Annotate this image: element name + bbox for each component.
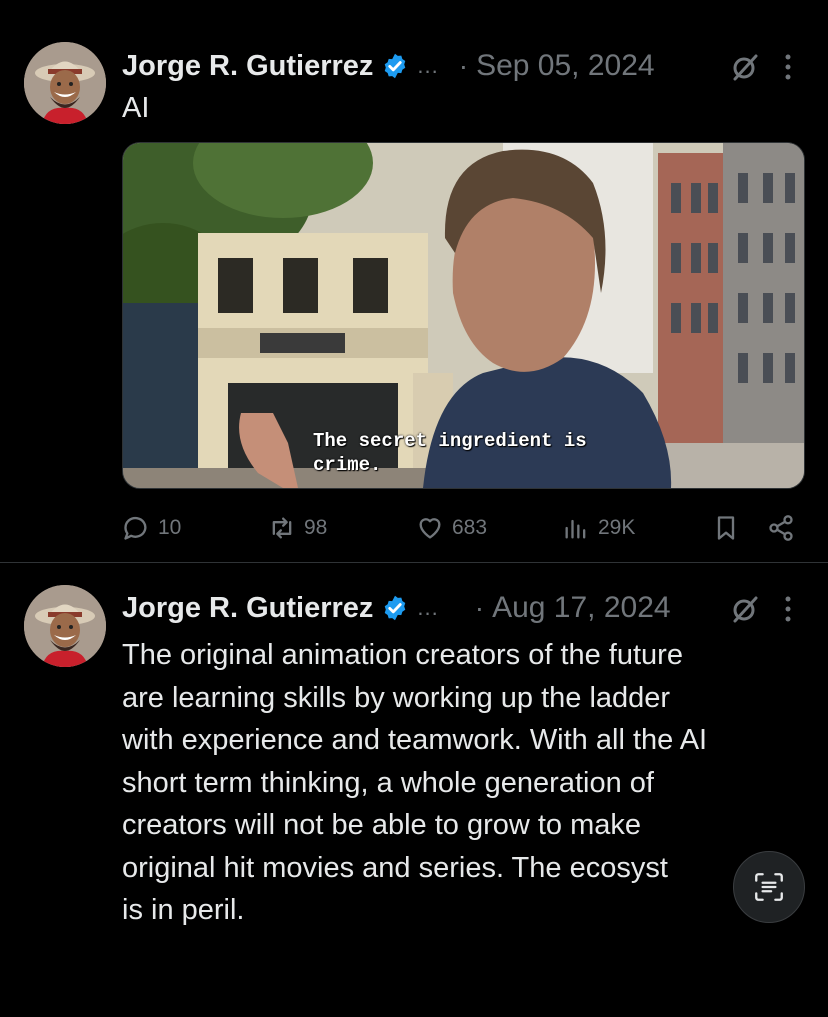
tweet-date[interactable]: Sep 05, 2024 — [476, 49, 655, 83]
views-icon — [565, 519, 586, 539]
video-subtitle: The secret ingredient is crime. — [313, 430, 587, 476]
tweet[interactable]: Jorge R. Gutierrez ... · Sep 05, 2024 AI — [0, 0, 828, 563]
tweet-actions: 10 98 683 29K — [122, 508, 803, 548]
tweet-text-line: creators will not be able to grow to mak… — [122, 809, 642, 841]
views-count: 29K — [598, 516, 636, 539]
text-scan-icon[interactable] — [733, 851, 805, 923]
share-icon — [769, 515, 793, 541]
more-vertical-icon[interactable] — [784, 52, 792, 82]
name-truncation: ... — [417, 595, 439, 620]
author-name[interactable]: Jorge R. Gutierrez — [122, 50, 373, 83]
author-name[interactable]: Jorge R. Gutierrez — [122, 592, 373, 625]
author-avatar[interactable] — [24, 42, 106, 124]
verified-badge-icon — [381, 594, 409, 622]
repost-button[interactable]: 98 — [268, 508, 327, 548]
tweet-text-line: original hit movies and series. The ecos… — [122, 851, 668, 884]
separator-dot: · — [474, 592, 485, 623]
tweet-text-line: are learning skills by working up the la… — [122, 681, 671, 714]
views-button[interactable]: 29K — [562, 508, 635, 548]
tweet-text-line: is in peril. — [122, 894, 245, 926]
verified-badge-icon — [381, 52, 409, 80]
like-count: 683 — [452, 516, 488, 539]
reply-button[interactable]: 10 — [122, 508, 181, 548]
bookmark-button[interactable] — [712, 508, 748, 548]
share-button[interactable] — [767, 508, 803, 548]
tweet-text-line: with experience and teamwork. With all t… — [122, 724, 708, 756]
separator-dot: · — [458, 50, 469, 81]
tweet-date[interactable]: Aug 17, 2024 — [492, 591, 671, 625]
tweet-text: AI — [122, 92, 150, 124]
tweet[interactable]: Jorge R. Gutierrez ... · Aug 17, 2024 Th… — [0, 563, 828, 1017]
reply-icon — [124, 516, 147, 540]
repost-icon — [272, 517, 292, 539]
tweet-text-line: The original animation creators of the f… — [122, 639, 683, 671]
grok-icon[interactable] — [730, 594, 760, 624]
repost-count: 98 — [304, 516, 328, 539]
tweet-text: The original animation creators of the f… — [122, 634, 802, 932]
heart-icon — [419, 518, 441, 539]
bookmark-icon — [717, 516, 735, 540]
reply-count: 10 — [158, 516, 182, 539]
grok-icon[interactable] — [730, 52, 760, 82]
name-truncation: ... — [417, 53, 439, 78]
author-avatar[interactable] — [24, 585, 106, 667]
tweet-header: Jorge R. Gutierrez ... · Sep 05, 2024 — [122, 46, 655, 86]
tweet-media[interactable]: The secret ingredient is crime. — [122, 142, 805, 489]
like-button[interactable]: 683 — [416, 508, 487, 548]
more-vertical-icon[interactable] — [784, 594, 792, 624]
tweet-header: Jorge R. Gutierrez ... · Aug 17, 2024 — [122, 588, 671, 628]
tweet-text-line: short term thinking, a whole generation … — [122, 766, 654, 799]
